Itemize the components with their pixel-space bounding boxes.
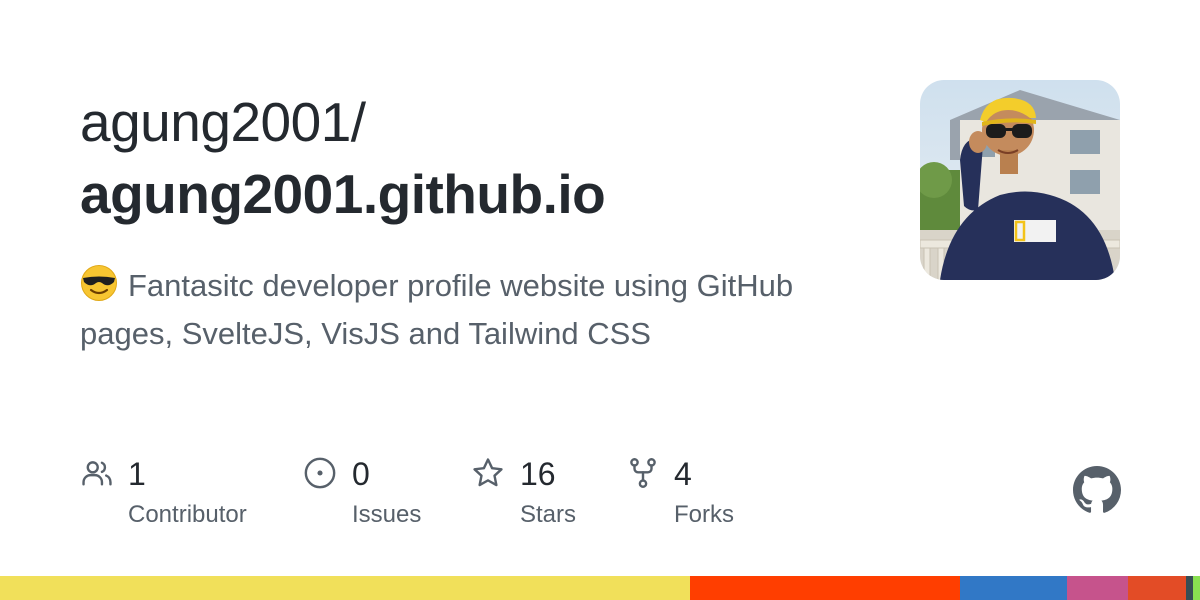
github-mark-icon[interactable] (1073, 466, 1121, 514)
description-text: Fantasitc developer profile website usin… (80, 268, 794, 351)
repo-forked-icon (626, 456, 660, 490)
language-bar (0, 576, 1200, 600)
language-bar-segment (0, 576, 690, 600)
language-bar-segment (690, 576, 960, 600)
stat-value: 16 (520, 456, 556, 492)
stat-value: 0 (352, 456, 370, 492)
stat-label: Issues (352, 501, 422, 528)
people-icon (80, 456, 114, 490)
sunglasses-emoji-icon (80, 264, 118, 302)
repo-name[interactable]: agung2001.github.io (80, 160, 606, 228)
stat-value: 1 (128, 456, 146, 492)
stat-value: 4 (674, 456, 692, 492)
stat-label: Forks (674, 501, 734, 528)
avatar[interactable] (920, 80, 1120, 280)
language-bar-segment (1066, 576, 1128, 600)
repo-owner[interactable]: agung2001/ (80, 88, 366, 156)
language-bar-segment (1192, 576, 1200, 600)
stat-label: Stars (520, 501, 577, 528)
repo-description: Fantasitc developer profile website usin… (80, 262, 880, 358)
language-bar-segment (960, 576, 1067, 600)
language-bar-segment (1128, 576, 1186, 600)
language-bar-segment (1185, 576, 1193, 600)
star-icon (471, 456, 505, 490)
stat-label: Contributor (128, 501, 247, 528)
issue-opened-icon (303, 456, 337, 490)
